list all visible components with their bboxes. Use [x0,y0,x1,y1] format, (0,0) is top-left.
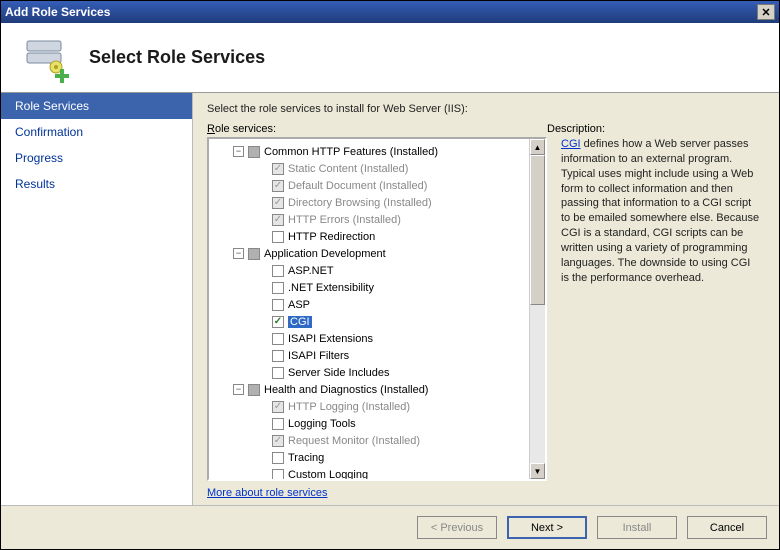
tree-node-label[interactable]: Custom Logging [288,469,368,480]
wizard-main: Select the role services to install for … [193,93,779,505]
tree-node-label[interactable]: HTTP Logging (Installed) [288,401,410,413]
sidebar-step-0[interactable]: Role Services [1,93,192,119]
checkbox[interactable] [272,435,284,447]
checkbox[interactable] [272,180,284,192]
checkbox[interactable] [272,469,284,480]
checkbox[interactable] [272,299,284,311]
intro-text: Select the role services to install for … [207,103,765,115]
tree-node-12[interactable]: ISAPI Filters [211,347,527,364]
checkbox[interactable] [272,214,284,226]
tree-node-label[interactable]: ASP.NET [288,265,334,277]
tree-node-label[interactable]: HTTP Redirection [288,231,375,243]
tree-node-9[interactable]: ASP [211,296,527,313]
tree-node-1[interactable]: Static Content (Installed) [211,160,527,177]
expand-toggle[interactable]: − [233,146,244,157]
role-services-tree[interactable]: − Common HTTP Features (Installed) Static … [207,137,547,481]
tree-node-0[interactable]: − Common HTTP Features (Installed) [211,143,527,160]
content-row: − Common HTTP Features (Installed) Static … [207,137,765,481]
scrollbar[interactable]: ▲ ▼ [529,139,545,479]
tree-node-label[interactable]: HTTP Errors (Installed) [288,214,401,226]
tree-node-19[interactable]: Custom Logging [211,466,527,479]
scroll-thumb[interactable] [530,155,545,305]
previous-button[interactable]: < Previous [417,516,497,539]
expand-toggle[interactable]: − [233,384,244,395]
expand-toggle[interactable]: − [233,248,244,259]
scroll-track[interactable] [530,155,545,463]
window-title: Add Role Services [5,5,757,19]
tree-node-label[interactable]: Request Monitor (Installed) [288,435,420,447]
description-label: Description: [547,123,765,135]
tree-node-label[interactable]: Default Document (Installed) [288,180,427,192]
tree-node-18[interactable]: Tracing [211,449,527,466]
wizard-footer: < Previous Next > Install Cancel [1,505,779,549]
tree-node-5[interactable]: HTTP Redirection [211,228,527,245]
tree-node-11[interactable]: ISAPI Extensions [211,330,527,347]
tree-node-label[interactable]: ISAPI Filters [288,350,349,362]
page-title: Select Role Services [89,47,265,68]
checkbox[interactable] [272,197,284,209]
checkbox[interactable] [248,146,260,158]
tree-node-7[interactable]: ASP.NET [211,262,527,279]
wizard-header: Select Role Services [1,23,779,93]
tree-node-10[interactable]: CGI [211,313,527,330]
tree-node-8[interactable]: .NET Extensibility [211,279,527,296]
scroll-up-arrow[interactable]: ▲ [530,139,545,155]
tree-node-label[interactable]: Common HTTP Features (Installed) [264,146,438,158]
checkbox[interactable] [272,265,284,277]
tree-node-label[interactable]: Tracing [288,452,324,464]
checkbox[interactable] [272,350,284,362]
description-text: defines how a Web server passes informat… [561,138,759,284]
tree-node-3[interactable]: Directory Browsing (Installed) [211,194,527,211]
tree-node-label[interactable]: Directory Browsing (Installed) [288,197,432,209]
tree-node-14[interactable]: − Health and Diagnostics (Installed) [211,381,527,398]
checkbox[interactable] [272,163,284,175]
tree-node-13[interactable]: Server Side Includes [211,364,527,381]
wizard-window: Add Role Services ✕ Select Role Services… [0,0,780,550]
checkbox[interactable] [272,316,284,328]
checkbox[interactable] [272,418,284,430]
next-button[interactable]: Next > [507,516,587,539]
tree-label: Role services: [207,123,547,135]
tree-node-17[interactable]: Request Monitor (Installed) [211,432,527,449]
checkbox[interactable] [272,367,284,379]
sidebar-step-2[interactable]: Progress [1,145,192,171]
tree-node-label[interactable]: .NET Extensibility [288,282,374,294]
wizard-body: Role ServicesConfirmationProgressResults… [1,93,779,505]
tree-node-label[interactable]: ASP [288,299,310,311]
tree-node-label[interactable]: Application Development [264,248,386,260]
tree-scroll[interactable]: − Common HTTP Features (Installed) Static … [209,139,529,479]
tree-node-15[interactable]: HTTP Logging (Installed) [211,398,527,415]
scroll-down-arrow[interactable]: ▼ [530,463,545,479]
checkbox[interactable] [272,231,284,243]
titlebar: Add Role Services ✕ [1,1,779,23]
tree-node-6[interactable]: − Application Development [211,245,527,262]
checkbox[interactable] [272,333,284,345]
description-panel: CGI defines how a Web server passes info… [547,137,765,481]
checkbox[interactable] [248,248,260,260]
sidebar-step-3[interactable]: Results [1,171,192,197]
tree-node-label[interactable]: Static Content (Installed) [288,163,408,175]
wizard-sidebar: Role ServicesConfirmationProgressResults [1,93,193,505]
checkbox[interactable] [272,282,284,294]
tree-node-2[interactable]: Default Document (Installed) [211,177,527,194]
labels-row: Role services: Description: [207,123,765,135]
tree-node-label[interactable]: CGI [288,316,312,328]
cancel-button[interactable]: Cancel [687,516,767,539]
close-button[interactable]: ✕ [757,4,775,20]
tree-node-16[interactable]: Logging Tools [211,415,527,432]
checkbox[interactable] [272,401,284,413]
tree-node-label[interactable]: Health and Diagnostics (Installed) [264,384,428,396]
checkbox[interactable] [272,452,284,464]
tree-node-label[interactable]: Logging Tools [288,418,356,430]
more-about-link[interactable]: More about role services [207,487,765,499]
install-button[interactable]: Install [597,516,677,539]
tree-node-label[interactable]: ISAPI Extensions [288,333,373,345]
tree-node-4[interactable]: HTTP Errors (Installed) [211,211,527,228]
sidebar-step-1[interactable]: Confirmation [1,119,192,145]
checkbox[interactable] [248,384,260,396]
server-role-icon [19,29,77,87]
description-link[interactable]: CGI [561,138,581,150]
tree-node-label[interactable]: Server Side Includes [288,367,390,379]
